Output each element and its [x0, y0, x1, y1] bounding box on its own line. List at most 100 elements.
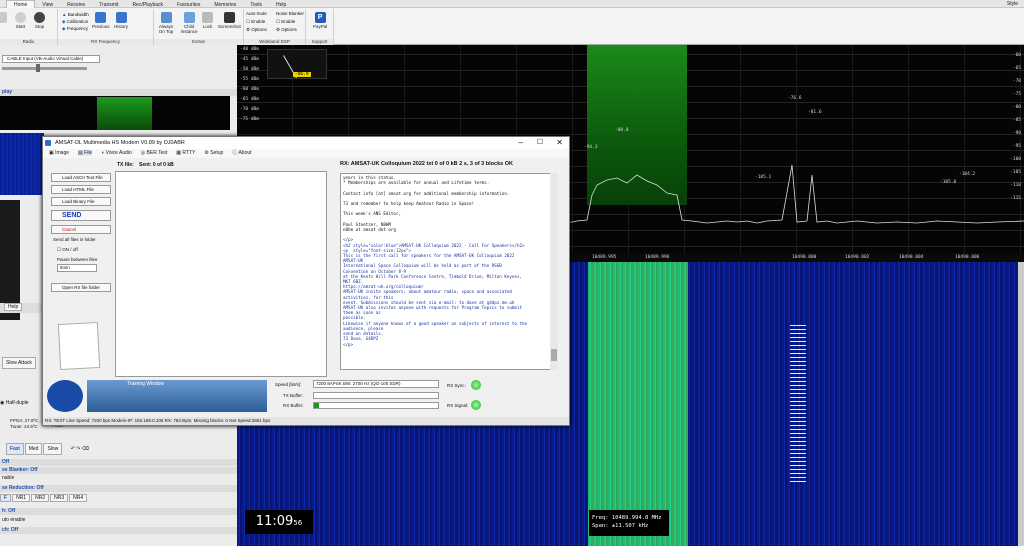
noise-blanker-enable-checkbox[interactable]: ☐ Enable: [276, 18, 304, 26]
span-row: Span: ±11.507 kHz: [592, 522, 666, 530]
nr4-button[interactable]: NR4: [69, 494, 88, 502]
tab-image[interactable]: ▣ Image: [49, 150, 69, 156]
undo-icon[interactable]: ↶: [71, 446, 75, 452]
redo-icon[interactable]: ↷: [76, 446, 80, 452]
display-section-header[interactable]: play: [0, 89, 237, 96]
windows-icon: [183, 12, 195, 23]
volume-slider[interactable]: [2, 67, 87, 70]
send-button[interactable]: SEND: [51, 210, 111, 221]
auto-mute-enable-checkbox[interactable]: ☐ Enable: [246, 18, 267, 26]
nr1-button[interactable]: NR1: [12, 494, 31, 502]
duplex-row: ◉ Half-duple: [0, 398, 44, 408]
peak-label: -104.2: [959, 172, 976, 177]
speed-select[interactable]: 7200 8APSK BW: 2700 Hz (QO-100 SDR): [313, 380, 439, 388]
tab-file[interactable]: ▤ File: [78, 150, 93, 156]
nb-header[interactable]: Off: [0, 459, 237, 466]
tab-tools[interactable]: Tools: [243, 1, 269, 9]
ribbon: Home View Receive Transmit Rec/Playback Favou…: [0, 0, 1024, 45]
freq-tick: 10489.995: [592, 255, 617, 260]
frequency-info: Freq: 10489.994.8 MHz Span: ±11.507 kHz: [589, 510, 669, 536]
slow-button[interactable]: Slow: [43, 443, 63, 455]
cancel-button[interactable]: Cancel: [51, 225, 111, 234]
noise-reduction-header[interactable]: se Reduction: Off: [0, 485, 237, 492]
audio-device-select[interactable]: CABLE Input (VB-Audio Virtual Cable): [2, 55, 100, 63]
tab-receive[interactable]: Receive: [60, 1, 92, 9]
lock-button[interactable]: Lock: [202, 12, 213, 29]
nb-enable-checkbox[interactable]: nable: [2, 475, 14, 481]
nr-off-button[interactable]: F: [0, 494, 12, 502]
auto-header[interactable]: h: Off: [0, 508, 237, 515]
stop-button[interactable]: Stop: [34, 12, 45, 29]
previous-button[interactable]: Previous: [92, 12, 110, 29]
freq-tick: 10490.004: [899, 255, 924, 260]
tab-setup[interactable]: ⚙ Setup: [204, 150, 223, 156]
tab-rtty[interactable]: ▦ RTTY: [176, 150, 195, 156]
group-support: P PayPal Support: [306, 9, 334, 45]
rxfreq-small-buttons: ▲ Bandwidth ◆ Calibration ◆ Frequency: [62, 11, 89, 32]
tab-image-label: Image: [55, 150, 70, 156]
select-radio-button[interactable]: [0, 12, 7, 24]
on-off-checkbox[interactable]: ☐ ON / off: [57, 247, 78, 253]
style-menu[interactable]: Style: [1007, 1, 1018, 7]
paypal-button[interactable]: P PayPal: [313, 12, 327, 29]
minimize-icon[interactable]: –: [519, 137, 523, 149]
history-button[interactable]: History: [114, 12, 128, 29]
tab-memories[interactable]: Memories: [207, 1, 243, 9]
group-extras: Always On Top Child Instance Lock Screen…: [154, 9, 244, 45]
child-instance-button[interactable]: Child Instance: [179, 12, 199, 34]
open-rx-folder-button[interactable]: Open RX file folder: [51, 283, 111, 292]
rx-scrollbar[interactable]: [550, 173, 558, 370]
rx-text-area[interactable]: years in this status. * Memberships are a…: [340, 173, 558, 370]
clock-seconds: 56: [293, 519, 303, 527]
tab-rec-playback[interactable]: Rec/Playback: [125, 1, 170, 9]
tab-voice-audio[interactable]: ◖ Voice Audio: [101, 150, 132, 156]
nr2-button[interactable]: NR2: [31, 494, 50, 502]
rx-buffer-bar: [313, 402, 439, 409]
rx-scrollbar-thumb[interactable]: [551, 349, 557, 361]
noise-blanker-header[interactable]: se Blanker: Off: [0, 467, 237, 474]
screenshot-button[interactable]: Screenshot: [218, 12, 241, 29]
always-on-top-button[interactable]: Always On Top: [156, 12, 176, 34]
start-button[interactable]: Start: [15, 12, 26, 29]
auto-mute-options-button[interactable]: ⚙ Options: [246, 26, 267, 34]
sent-label: Sent: 0 of 0 kB: [139, 162, 174, 168]
load-html-button[interactable]: Load HTML File: [51, 185, 111, 194]
broom-icon[interactable]: ⌫: [82, 446, 89, 452]
calibration-label: Calibration: [66, 19, 89, 24]
calibration-button[interactable]: ◆ Calibration: [62, 18, 89, 25]
half-duplex-radio[interactable]: ◉ Half-duple: [0, 400, 29, 406]
bandwidth-button[interactable]: ▲ Bandwidth: [62, 11, 89, 18]
nr3-button[interactable]: NR3: [50, 494, 69, 502]
maximize-icon[interactable]: ☐: [537, 137, 543, 149]
span-value: ±11.507 kHz: [611, 523, 649, 529]
auto-enable-checkbox[interactable]: uto enable: [2, 517, 25, 523]
tab-about[interactable]: ⓘ About: [232, 150, 251, 156]
tab-ber-test[interactable]: ◎ BER Test: [141, 150, 168, 156]
switch-header[interactable]: ch: Off: [0, 527, 237, 534]
db-scale-left: -40 dBm -45 dBm -50 dBm -55 dBm -60 dBm -65 d…: [240, 45, 259, 125]
fast-button[interactable]: Fast: [6, 443, 24, 455]
db-label: -105: [1010, 170, 1021, 175]
mini-spectrum[interactable]: [0, 96, 230, 130]
slow-attack-button[interactable]: Slow Attack: [2, 357, 36, 369]
camera-icon: [223, 12, 235, 23]
tab-transmit[interactable]: Transmit: [92, 1, 125, 9]
tx-file-area[interactable]: [115, 171, 327, 377]
tab-help[interactable]: Help: [269, 1, 293, 9]
tab-home[interactable]: Home: [6, 0, 36, 8]
db-label: -115: [1010, 196, 1021, 201]
tab-ber-test-label: BER Test: [146, 150, 168, 156]
waterfall-scrollbar[interactable]: [1018, 262, 1024, 546]
db-label: -85: [1012, 118, 1021, 123]
tab-favourites[interactable]: Favourites: [170, 1, 207, 9]
close-icon[interactable]: ✕: [556, 137, 563, 149]
volume-slider-thumb[interactable]: [36, 64, 40, 72]
pause-select[interactable]: 5min: [57, 264, 97, 272]
load-binary-button[interactable]: Load Binary File: [51, 197, 111, 206]
help-button[interactable]: Help: [4, 303, 23, 311]
noise-blanker-options-button[interactable]: ⚙ Options: [276, 26, 304, 34]
frequency-button[interactable]: ◆ Frequency: [62, 25, 89, 32]
med-button[interactable]: Med: [24, 443, 43, 455]
tab-view[interactable]: View: [35, 1, 60, 9]
load-ascii-button[interactable]: Load ASCII Text File: [51, 173, 111, 182]
